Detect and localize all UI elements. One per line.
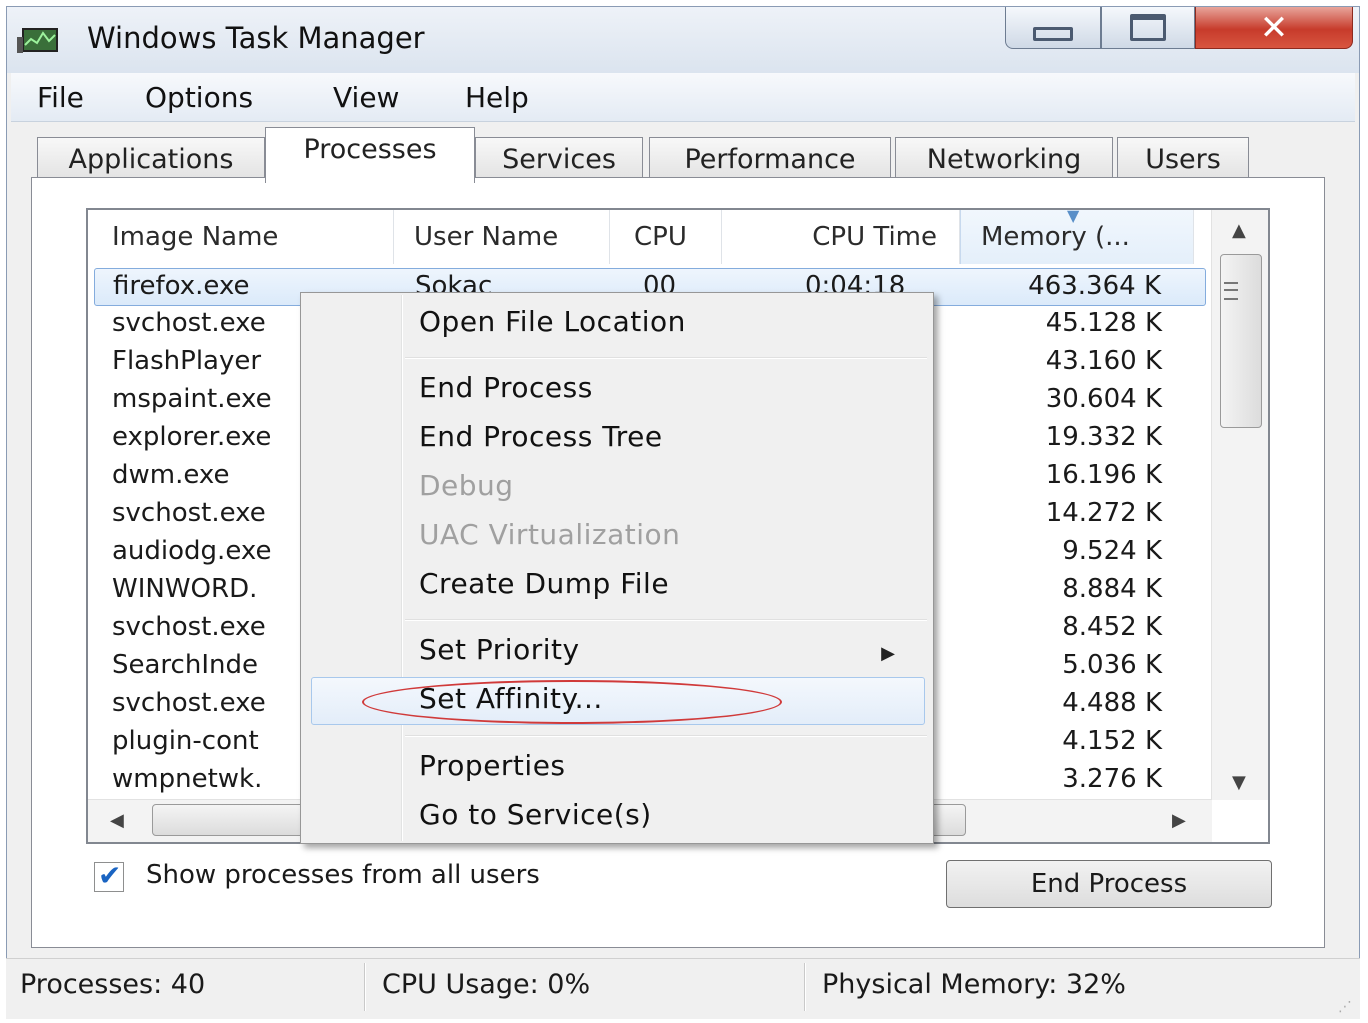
cell-memory: 16.196 K (1045, 460, 1162, 490)
show-all-users-label: Show processes from all users (146, 860, 540, 890)
menu-item-end-process[interactable]: End Process (419, 371, 593, 404)
status-divider (364, 963, 366, 1011)
tab-performance[interactable]: Performance (649, 137, 891, 179)
column-header-label: CPU (634, 222, 687, 252)
cell-memory: 45.128 K (1045, 308, 1162, 338)
process-context-menu: Open File Location End Process End Proce… (300, 292, 934, 844)
status-processes: Processes: 40 (20, 969, 206, 1000)
scroll-left-arrow-icon[interactable]: ◀ (110, 810, 124, 831)
cell-image-name: svchost.exe (112, 308, 266, 338)
column-header-label: CPU Time (812, 222, 937, 252)
cell-image-name: audiodg.exe (112, 536, 272, 566)
status-divider (804, 963, 806, 1011)
menu-separator (405, 619, 927, 621)
scroll-up-arrow-icon[interactable]: ▲ (1232, 220, 1246, 241)
column-header-user-name[interactable]: User Name (394, 210, 610, 264)
menu-item-open-file-location[interactable]: Open File Location (419, 305, 686, 338)
menu-view[interactable]: View (333, 81, 399, 114)
close-button[interactable]: ✕ (1195, 7, 1353, 49)
column-header-cpu-time[interactable]: CPU Time (722, 210, 960, 264)
tab-strip: Applications Processes Services Performa… (7, 121, 1359, 183)
cell-image-name: wmpnetwk. (112, 764, 263, 794)
scroll-grip-icon (1224, 282, 1238, 300)
menu-separator (405, 735, 927, 737)
cell-memory: 8.452 K (1062, 612, 1162, 642)
menu-help[interactable]: Help (465, 81, 529, 114)
show-all-users-checkbox[interactable]: ✔ (94, 859, 124, 892)
menu-item-create-dump-file[interactable]: Create Dump File (419, 567, 669, 600)
cell-memory: 3.276 K (1062, 764, 1162, 794)
cell-memory: 30.604 K (1045, 384, 1162, 414)
menu-separator (405, 357, 927, 359)
cell-image-name: mspaint.exe (112, 384, 272, 414)
window-title: Windows Task Manager (87, 21, 425, 55)
cell-image-name: dwm.exe (112, 460, 230, 490)
cell-image-name: svchost.exe (112, 688, 266, 718)
menu-item-debug: Debug (419, 469, 514, 502)
cell-image-name: SearchInde (112, 650, 258, 680)
task-manager-app-icon (17, 28, 58, 53)
column-header-label: User Name (414, 222, 559, 252)
status-cpu-usage: CPU Usage: 0% (382, 969, 591, 1000)
menu-item-go-to-services[interactable]: Go to Service(s) (419, 798, 652, 831)
menu-item-set-priority[interactable]: Set Priority (419, 633, 580, 666)
cell-memory: 43.160 K (1045, 346, 1162, 376)
menu-item-uac-virtualization: UAC Virtualization (419, 518, 681, 551)
cell-memory: 4.488 K (1062, 688, 1162, 718)
status-physical-memory: Physical Memory: 32% (822, 969, 1126, 1000)
column-header-image-name[interactable]: Image Name (88, 210, 394, 264)
cell-image-name: explorer.exe (112, 422, 272, 452)
column-header-label: Memory (... (981, 222, 1130, 252)
maximize-icon (1130, 14, 1166, 41)
cell-memory: 4.152 K (1062, 726, 1162, 756)
maximize-button[interactable] (1101, 7, 1195, 49)
cell-image-name: plugin-cont (112, 726, 259, 756)
tab-processes[interactable]: Processes (265, 127, 475, 183)
minimize-icon (1033, 26, 1073, 41)
menu-item-properties[interactable]: Properties (419, 749, 566, 782)
cell-memory: 8.884 K (1062, 574, 1162, 604)
resize-grip-icon[interactable]: ⋰ (1338, 999, 1352, 1015)
column-header-label: Image Name (112, 222, 279, 252)
tab-networking[interactable]: Networking (895, 137, 1113, 179)
vertical-scrollbar[interactable]: ▲ ▼ (1211, 210, 1268, 800)
minimize-button[interactable] (1005, 7, 1101, 49)
title-bar[interactable]: Windows Task Manager ✕ (7, 7, 1359, 73)
menu-options[interactable]: Options (145, 81, 253, 114)
cell-image-name: svchost.exe (112, 498, 266, 528)
tab-services[interactable]: Services (475, 137, 643, 179)
cell-memory: 19.332 K (1045, 422, 1162, 452)
cell-memory: 9.524 K (1062, 536, 1162, 566)
submenu-arrow-icon: ▶ (881, 643, 895, 664)
cell-image-name: firefox.exe (113, 271, 250, 301)
checkmark-icon: ✔ (98, 859, 122, 892)
column-header-memory[interactable]: ▼ Memory (... (960, 210, 1194, 264)
cell-memory: 5.036 K (1062, 650, 1162, 680)
cell-memory: 14.272 K (1045, 498, 1162, 528)
menu-gutter (401, 295, 403, 841)
vertical-scroll-thumb[interactable] (1220, 254, 1262, 428)
cell-image-name: FlashPlayer (112, 346, 262, 376)
column-header-cpu[interactable]: CPU (610, 210, 722, 264)
red-annotation-ellipse (362, 680, 782, 724)
cell-image-name: WINWORD. (112, 574, 258, 604)
scroll-down-arrow-icon[interactable]: ▼ (1232, 772, 1246, 793)
menu-file[interactable]: File (37, 81, 84, 114)
end-process-button[interactable]: End Process (946, 860, 1272, 908)
status-bar: Processes: 40 CPU Usage: 0% Physical Mem… (6, 958, 1360, 1019)
menu-bar: File Options View Help (11, 73, 1355, 122)
scroll-right-arrow-icon[interactable]: ▶ (1172, 810, 1186, 831)
tab-users[interactable]: Users (1117, 137, 1249, 179)
tab-applications[interactable]: Applications (37, 137, 265, 179)
menu-item-end-process-tree[interactable]: End Process Tree (419, 420, 663, 453)
cell-memory: 463.364 K (1028, 271, 1161, 301)
cell-image-name: svchost.exe (112, 612, 266, 642)
sort-descending-icon: ▼ (1067, 208, 1080, 225)
close-icon: ✕ (1259, 7, 1289, 48)
